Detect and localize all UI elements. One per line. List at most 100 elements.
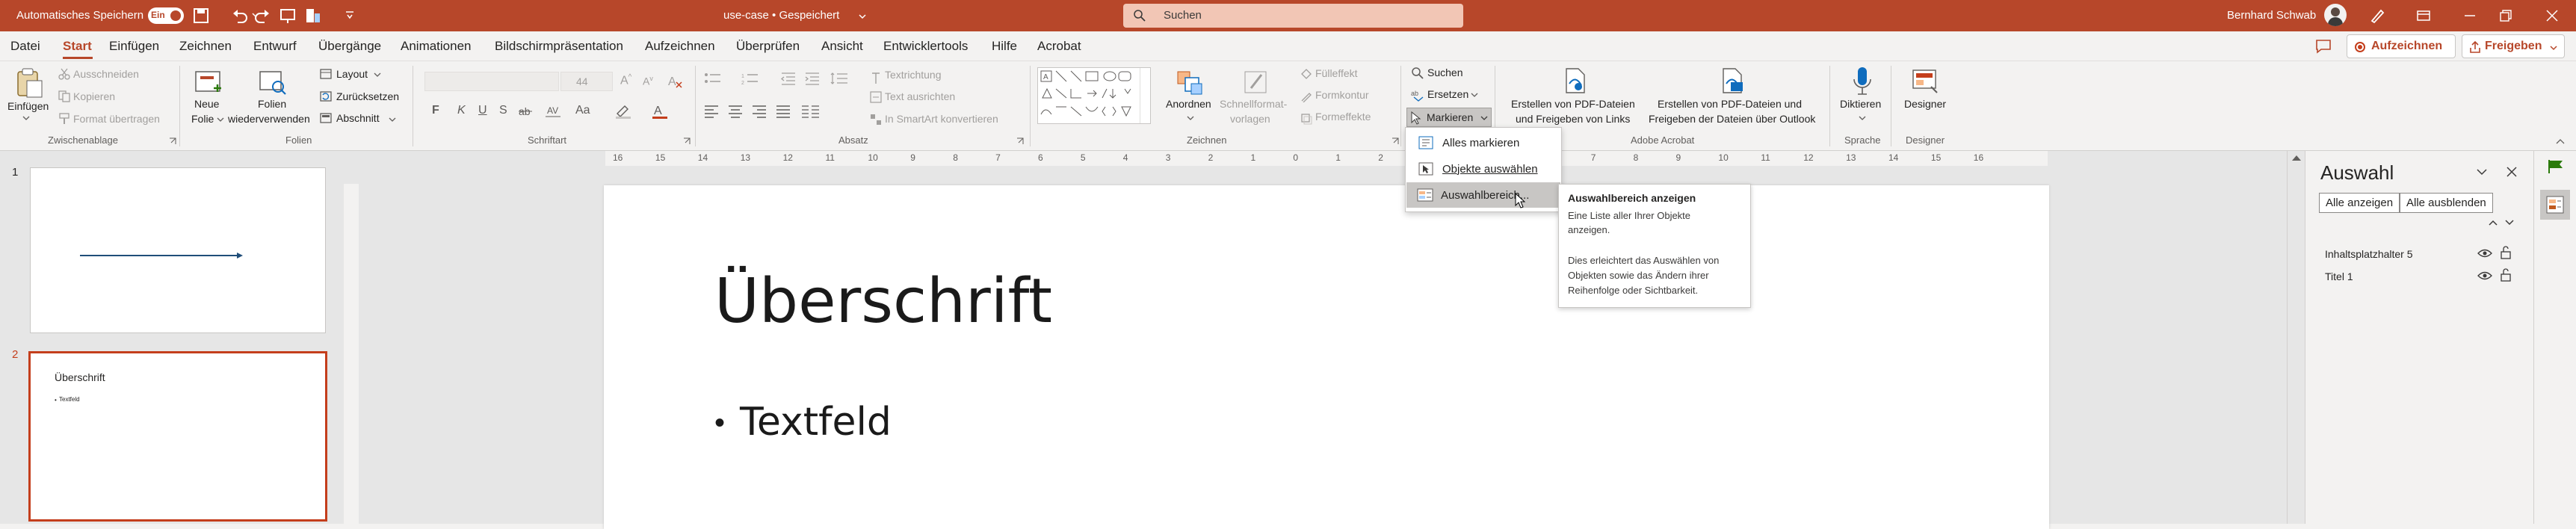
pen-icon[interactable]: [2369, 7, 2385, 24]
tab-datei[interactable]: Datei: [10, 39, 40, 54]
share-button[interactable]: Freigeben: [2462, 34, 2565, 58]
restore-icon[interactable]: [2499, 9, 2512, 22]
columns-icon[interactable]: [801, 105, 821, 118]
format-painter-button[interactable]: Format übertragen: [73, 113, 160, 125]
shape-outline-button[interactable]: Formkontur: [1315, 89, 1369, 101]
numbering-icon[interactable]: 12: [741, 72, 771, 85]
user-name[interactable]: Bernhard Schwab: [2227, 9, 2316, 22]
comments-icon[interactable]: [2315, 39, 2332, 54]
copy-button[interactable]: Kopieren: [73, 90, 115, 102]
bold-button[interactable]: F: [432, 104, 439, 117]
layout-button[interactable]: Layout: [336, 68, 368, 80]
tab-bildschirmpraesentation[interactable]: Bildschirmpräsentation: [495, 39, 623, 54]
unlock-icon[interactable]: [2500, 246, 2512, 259]
tab-uebergaenge[interactable]: Übergänge: [318, 39, 381, 54]
collapse-ribbon-icon[interactable]: [2556, 137, 2565, 145]
replace-button[interactable]: Ersetzen: [1427, 88, 1468, 100]
find-button[interactable]: Suchen: [1427, 66, 1462, 78]
shadow-button[interactable]: S: [499, 104, 507, 117]
close-icon[interactable]: [2506, 166, 2518, 178]
chevron-down-icon[interactable]: [858, 12, 867, 21]
tab-einfuegen[interactable]: Einfügen: [109, 39, 159, 54]
chevron-down-icon[interactable]: [389, 117, 396, 123]
tab-hilfe[interactable]: Hilfe: [992, 39, 1017, 54]
paste-button[interactable]: Einfügen: [7, 100, 49, 112]
tab-acrobat[interactable]: Acrobat: [1037, 39, 1081, 54]
increase-indent-icon[interactable]: [804, 72, 821, 85]
new-slide-icon[interactable]: [193, 67, 223, 97]
dialog-launcher-icon[interactable]: [683, 137, 691, 145]
section-button[interactable]: Abschnitt: [336, 112, 380, 124]
change-case-button[interactable]: Aa: [575, 104, 590, 117]
presentation-icon[interactable]: [279, 7, 296, 24]
reuse-slides-icon[interactable]: [257, 67, 287, 97]
unlock-icon[interactable]: [2500, 268, 2512, 282]
ribbon-display-icon[interactable]: [2417, 9, 2430, 22]
highlight-icon[interactable]: [614, 103, 632, 120]
search-box[interactable]: Suchen: [1123, 4, 1463, 28]
arrange-button[interactable]: Anordnen: [1166, 98, 1211, 110]
tab-zeichnen[interactable]: Zeichnen: [179, 39, 232, 54]
text-direction-button[interactable]: Textrichtung: [885, 69, 941, 81]
record-button[interactable]: Aufzeichnen: [2347, 34, 2456, 58]
tab-ueberpruefen[interactable]: Überprüfen: [736, 39, 800, 54]
shapes-gallery[interactable]: A: [1037, 67, 1151, 124]
tab-animationen[interactable]: Animationen: [401, 39, 472, 54]
show-all-button[interactable]: Alle anzeigen: [2319, 193, 2400, 213]
create-pdf-icon[interactable]: [1562, 67, 1589, 94]
dialog-launcher-icon[interactable]: [1392, 137, 1399, 145]
customize-toolbar-icon[interactable]: [345, 10, 354, 21]
chevron-down-icon[interactable]: [1859, 115, 1866, 121]
cut-button[interactable]: Ausschneiden: [73, 68, 139, 80]
tab-ansicht[interactable]: Ansicht: [821, 39, 863, 54]
designer-icon[interactable]: [1910, 66, 1940, 96]
chevron-down-icon[interactable]: [374, 72, 381, 78]
menu-item-select-objects[interactable]: Objekte auswählen: [1408, 156, 1559, 182]
microphone-icon[interactable]: [1850, 66, 1874, 97]
font-size-box[interactable]: 44: [560, 72, 613, 91]
reset-button[interactable]: Zurücksetzen: [336, 90, 399, 102]
create-share-pdf-button[interactable]: Erstellen von PDF-Dateien und: [1658, 98, 1802, 110]
quick-styles-button[interactable]: Schnellformat-: [1220, 98, 1287, 110]
scrollbar-track[interactable]: [2287, 151, 2305, 524]
slide-thumbnail[interactable]: [30, 167, 326, 333]
slide-bullet-text[interactable]: Textfeld: [740, 400, 892, 445]
reuse-slides-button[interactable]: Folien: [258, 98, 286, 110]
format-icon[interactable]: [305, 7, 321, 24]
underline-button[interactable]: U: [478, 104, 487, 117]
tab-entwicklertools[interactable]: Entwicklertools: [883, 39, 968, 54]
grow-font-button[interactable]: A^: [620, 73, 631, 87]
save-icon[interactable]: [193, 7, 209, 24]
chevron-down-icon[interactable]: [217, 117, 224, 123]
create-pdf-button[interactable]: Erstellen von PDF-Dateien: [1511, 98, 1635, 110]
shrink-font-button[interactable]: Av: [643, 75, 653, 87]
arrange-icon[interactable]: [1175, 67, 1205, 97]
list-item[interactable]: Titel 1: [2305, 264, 2534, 287]
italic-button[interactable]: K: [457, 104, 466, 117]
close-icon[interactable]: [2545, 9, 2559, 22]
scroll-up-icon[interactable]: [2292, 155, 2301, 161]
chevron-down-icon[interactable]: [2476, 167, 2488, 176]
chevron-down-icon[interactable]: [1187, 115, 1194, 121]
chevron-down-icon[interactable]: [22, 115, 30, 121]
slide-canvas[interactable]: Überschrift • Textfeld: [604, 185, 2049, 529]
create-share-pdf-icon[interactable]: [1719, 67, 1746, 94]
align-text-button[interactable]: Text ausrichten: [885, 90, 955, 102]
visibility-eye-icon[interactable]: [2477, 270, 2492, 281]
gallery-scroll[interactable]: [1140, 68, 1150, 123]
bring-forward-icon[interactable]: [2488, 218, 2498, 227]
minimize-icon[interactable]: [2463, 9, 2477, 22]
select-button[interactable]: Markieren: [1406, 108, 1492, 127]
slide-thumbnail-selected[interactable]: Überschrift • Textfeld: [28, 351, 327, 522]
dialog-launcher-icon[interactable]: [1016, 137, 1024, 145]
decrease-indent-icon[interactable]: [780, 72, 797, 85]
strikethrough-icon[interactable]: ab: [519, 105, 535, 118]
hide-all-button[interactable]: Alle ausblenden: [2400, 193, 2493, 213]
menu-item-selection-pane[interactable]: Auswahlbereich...: [1406, 182, 1560, 208]
dialog-launcher-icon[interactable]: [169, 137, 176, 145]
tab-start[interactable]: Start: [63, 39, 92, 54]
flag-icon[interactable]: [2546, 158, 2566, 175]
autosave-toggle[interactable]: Ein: [148, 7, 184, 24]
align-right-icon[interactable]: [752, 105, 767, 118]
send-backward-icon[interactable]: [2504, 218, 2515, 227]
